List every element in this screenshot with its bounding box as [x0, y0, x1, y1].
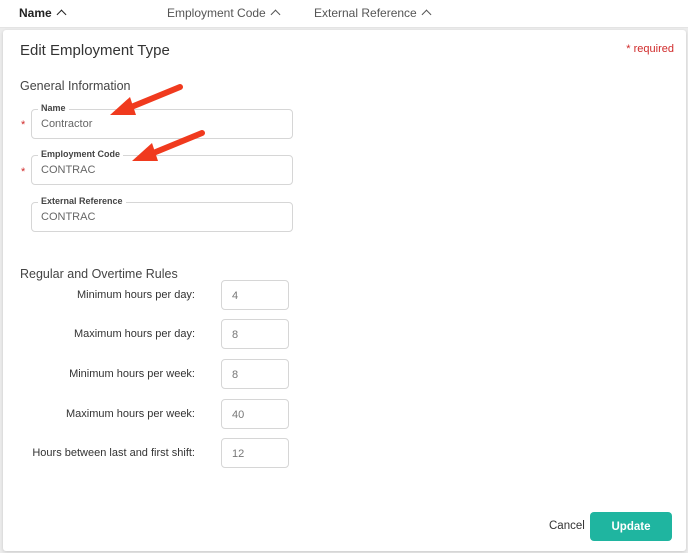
required-note: * required [626, 43, 674, 55]
min-hours-per-week-input[interactable]: 8 [221, 359, 289, 389]
rule-label: Minimum hours per week: [69, 368, 195, 380]
rule-value: 40 [232, 409, 245, 421]
rule-label: Maximum hours per week: [66, 408, 195, 420]
required-marker: * [21, 119, 26, 131]
rule-row-min-hours-week: Minimum hours per week: 8 [3, 359, 303, 389]
sort-external-reference-header[interactable]: External Reference [314, 6, 432, 20]
modal-title: Edit Employment Type [20, 42, 170, 59]
chevron-up-icon [270, 9, 281, 20]
required-marker: * [21, 166, 26, 178]
rule-row-max-hours-week: Maximum hours per week: 40 [3, 399, 303, 429]
rule-value: 4 [232, 290, 239, 302]
min-hours-per-day-input[interactable]: 4 [221, 280, 289, 310]
max-hours-per-day-input[interactable]: 8 [221, 319, 289, 349]
max-hours-per-week-input[interactable]: 40 [221, 399, 289, 429]
chevron-up-icon [56, 9, 67, 20]
sort-employment-code-header[interactable]: Employment Code [167, 6, 281, 20]
update-button[interactable]: Update [590, 512, 672, 541]
name-header-label: Name [19, 6, 52, 20]
employment-code-header-label: Employment Code [167, 6, 266, 20]
rules-heading: Regular and Overtime Rules [20, 267, 178, 281]
rule-value: 12 [232, 448, 245, 460]
external-reference-input[interactable] [41, 211, 281, 223]
rule-label: Minimum hours per day: [77, 289, 195, 301]
external-reference-field[interactable]: External Reference [31, 196, 293, 232]
chevron-up-icon [421, 9, 432, 20]
red-arrow-icon [110, 84, 183, 115]
name-field-label: Name [38, 103, 69, 113]
table-header: Name Employment Code External Reference [0, 0, 688, 28]
rule-row-max-hours-day: Maximum hours per day: 8 [3, 319, 303, 349]
red-arrow-icon [132, 130, 205, 161]
rule-label: Maximum hours per day: [73, 328, 195, 340]
rule-row-hours-between-shifts: Hours between last and first shift: 12 [3, 438, 303, 468]
sort-name-header[interactable]: Name [19, 6, 67, 20]
cancel-button[interactable]: Cancel [549, 520, 585, 532]
rule-value: 8 [232, 329, 239, 341]
rule-row-min-hours-day: Minimum hours per day: 4 [3, 280, 303, 310]
rule-label: Hours between last and first shift: [32, 447, 195, 459]
rule-value: 8 [232, 369, 239, 381]
employment-code-field-label: Employment Code [38, 149, 124, 159]
edit-employment-type-modal: Edit Employment Type * required General … [3, 30, 686, 551]
external-reference-field-label: External Reference [38, 196, 126, 206]
external-reference-header-label: External Reference [314, 6, 417, 20]
hours-between-shifts-input[interactable]: 12 [221, 438, 289, 468]
